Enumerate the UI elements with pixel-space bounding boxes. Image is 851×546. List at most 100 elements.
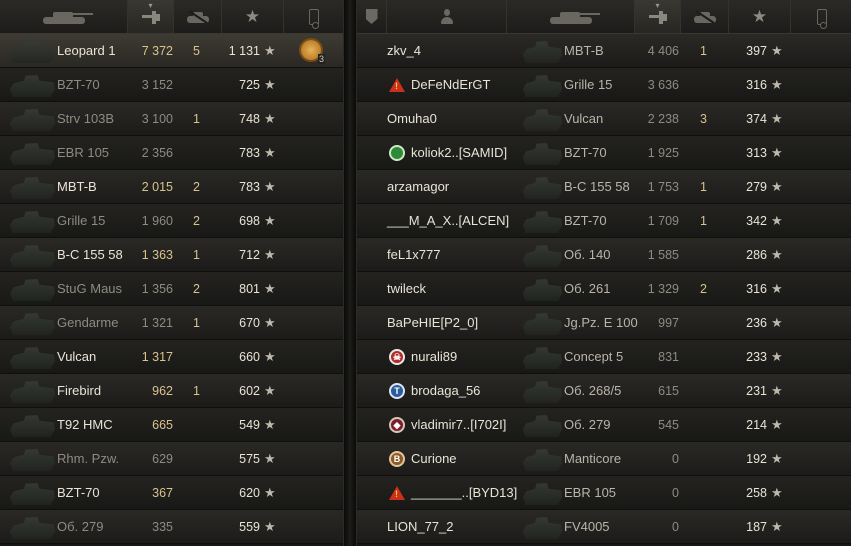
sort-by-medals-header[interactable] [791,0,851,33]
medal-icon [309,8,319,29]
kills-value: 1 [193,316,200,330]
kills-value [697,68,707,102]
star-icon: ★ [771,43,783,58]
player-row[interactable]: Strv 103B 3 100 1 748 ★ [0,102,343,136]
damage-value: 3 100 [141,112,173,126]
sort-by-xp-header[interactable]: ★ [729,0,791,33]
player-row[interactable]: ◆ vladimir7..[I702I] Об. 279 545 214 ★ [357,408,851,442]
player-row[interactable]: zkv_4 MBT-B 4 406 1 397 ★ [357,34,851,68]
sort-by-xp-header[interactable]: ★ [222,0,284,33]
xp-value: 258 [746,486,767,500]
player-name: zkv_4 [387,43,421,58]
skull-clan-icon: ☠ [389,349,405,365]
player-row[interactable]: Tbrodaga_56 Об. 268/5 615 231 ★ [357,374,851,408]
star-icon: ★ [264,485,276,500]
ace-medal-icon[interactable]: 3 [299,38,325,64]
vehicle-name: MBT-B [57,179,97,194]
star-icon: ★ [771,145,783,160]
sort-by-damage-header[interactable]: ▾ [635,0,681,33]
sort-by-medals-header[interactable] [284,0,344,33]
player-name: BaPeHIE[P2_0] [387,315,479,330]
player-row[interactable]: ! _______..[BYD13] EBR 105 0 258 ★ [357,476,851,510]
xp-value: 192 [746,452,767,466]
player-row[interactable]: T92 HMC 665 549 ★ [0,408,343,442]
player-row[interactable]: Rhm. Pzw. 629 575 ★ [0,442,343,476]
kills-value: 5 [193,44,200,58]
badge-glyph: B [393,454,401,464]
player-row[interactable]: Vulcan 1 317 660 ★ [0,340,343,374]
xp-value: 316 [746,78,767,92]
player-row[interactable]: Firebird 962 1 602 ★ [0,374,343,408]
tank-icon [523,381,563,403]
star-icon: ★ [771,77,783,92]
player-row[interactable]: Omuha0 Vulcan 2 238 3 374 ★ [357,102,851,136]
star-icon: ★ [771,111,783,126]
tank-icon [523,211,563,233]
tank-icon [10,415,56,437]
player-row[interactable]: Об. 279 335 559 ★ [0,510,343,544]
player-row[interactable]: Grille 15 1 960 2 698 ★ [0,204,343,238]
badge-glyph: ! [395,489,398,499]
star-icon: ★ [751,6,768,26]
player-row[interactable]: BaPeHIE[P2_0] Jg.Pz. E 100 997 236 ★ [357,306,851,340]
player-row[interactable]: ! DeFeNdErGT Grille 15 3 636 316 ★ [357,68,851,102]
xp-value: 279 [746,180,767,194]
damage-value: 2 356 [141,146,173,160]
red-clan-icon: ◆ [389,417,405,433]
sort-by-vehicle-header[interactable] [507,0,635,33]
vehicle-name: Vulcan [57,349,97,364]
player-row[interactable]: feL1x777 Об. 140 1 585 286 ★ [357,238,851,272]
tank-icon [523,75,563,97]
xp-value: 725 [239,78,260,92]
player-row[interactable]: Gendarme 1 321 1 670 ★ [0,306,343,340]
player-row[interactable]: EBR 105 2 356 783 ★ [0,136,343,170]
damage-value: 2 238 [647,112,679,126]
player-row[interactable]: LION_77_2 FV4005 0 187 ★ [357,510,851,544]
damage-value: 3 636 [647,78,679,92]
player-row[interactable]: BZT-70 3 152 725 ★ [0,68,343,102]
player-row[interactable]: ☠ nurali89 Concept 5 831 233 ★ [357,340,851,374]
star-icon: ★ [771,451,783,466]
player-row[interactable]: B Curione Manticore 0 192 ★ [357,442,851,476]
xp-value: 748 [239,112,260,126]
sort-by-vehicle-header[interactable] [0,0,128,33]
xp-value: 187 [746,520,767,534]
star-icon: ★ [771,383,783,398]
sort-arrow-icon: ▾ [655,1,660,10]
damage-value: 665 [152,418,173,432]
tank-icon [523,517,563,539]
kills-value: 2 [700,282,707,296]
player-row[interactable]: arzamagor B-C 155 58 1 753 1 279 ★ [357,170,851,204]
star-icon: ★ [264,247,276,262]
sort-by-player-header[interactable] [387,0,507,33]
star-icon: ★ [264,383,276,398]
vehicle-name: EBR 105 [57,145,110,160]
sort-by-damage-header[interactable]: ▾ [128,0,174,33]
tank-icon [10,75,56,97]
player-row[interactable]: B-C 155 58 1 363 1 712 ★ [0,238,343,272]
player-row[interactable]: twileck Об. 261 1 329 2 316 ★ [357,272,851,306]
player-row[interactable]: StuG Maus 1 356 2 801 ★ [0,272,343,306]
vehicle-name: Leopard 1 [57,43,116,58]
medal-count: 3 [317,54,325,64]
player-row[interactable]: Leopard 1 7 372 5 1 131 ★ 3 [0,34,343,68]
kills-value [190,510,200,544]
sort-by-kills-header[interactable] [174,0,222,33]
tank-icon [10,177,56,199]
kills-value [697,238,707,272]
player-name: LION_77_2 [387,519,454,534]
player-row[interactable]: koliok2..[SAMID] BZT-70 1 925 313 ★ [357,136,851,170]
tank-icon [523,415,563,437]
vehicle-name: Vulcan [564,111,604,126]
warning-clan-icon: ! [389,486,405,500]
player-row[interactable]: ___M_A_X..[ALCEN] BZT-70 1 709 1 342 ★ [357,204,851,238]
kills-value [190,442,200,476]
player-row[interactable]: MBT-B 2 015 2 783 ★ [0,170,343,204]
sort-by-kills-header[interactable] [681,0,729,33]
kills-value: 3 [700,112,707,126]
kills-value: 2 [193,180,200,194]
sort-by-clan-header[interactable] [357,0,387,33]
player-row[interactable]: BZT-70 367 620 ★ [0,476,343,510]
damage-value: 1 356 [141,282,173,296]
damage-value: 2 015 [141,180,173,194]
